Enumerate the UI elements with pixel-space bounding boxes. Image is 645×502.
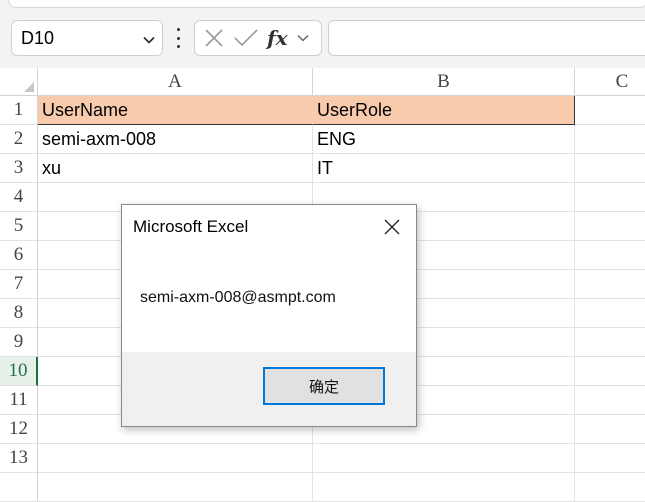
dialog-message: semi-axm-008@asmpt.com xyxy=(140,289,336,306)
cell-a3[interactable]: xu xyxy=(38,154,313,183)
cell-c11[interactable] xyxy=(575,386,645,415)
row-header-3[interactable]: 3 xyxy=(0,154,38,183)
cell-c3[interactable] xyxy=(575,154,645,183)
chevron-down-icon[interactable] xyxy=(142,31,156,45)
formula-input[interactable] xyxy=(328,20,645,56)
ok-button[interactable]: 确定 xyxy=(263,367,385,405)
formula-buttons: fx xyxy=(194,20,322,56)
close-icon[interactable] xyxy=(382,217,402,237)
row-header-7[interactable]: 7 xyxy=(0,270,38,299)
row-header-4[interactable]: 4 xyxy=(0,183,38,212)
cell-c1[interactable] xyxy=(575,96,645,125)
cell-c6[interactable] xyxy=(575,241,645,270)
row-header-5[interactable]: 5 xyxy=(0,212,38,241)
row-header-10[interactable]: 10 xyxy=(0,357,38,386)
close-icon[interactable] xyxy=(203,27,225,49)
row-header-8[interactable]: 8 xyxy=(0,299,38,328)
cell-c4[interactable] xyxy=(575,183,645,212)
name-box-value[interactable]: D10 xyxy=(21,28,54,49)
cell-b14[interactable] xyxy=(313,473,575,502)
dialog-title: Microsoft Excel xyxy=(133,217,249,236)
cell-c12[interactable] xyxy=(575,415,645,444)
cell-a2[interactable]: semi-axm-008 xyxy=(38,125,313,154)
cell-a1[interactable]: UserName xyxy=(38,96,313,125)
cell-b13[interactable] xyxy=(313,444,575,473)
check-icon[interactable] xyxy=(233,27,259,49)
message-box-dialog: Microsoft Excel semi-axm-008@asmpt.com 确… xyxy=(121,204,417,427)
cell-c2[interactable] xyxy=(575,125,645,154)
cell-b3[interactable]: IT xyxy=(313,154,575,183)
column-header-b[interactable]: B xyxy=(313,68,575,96)
cell-b2[interactable]: ENG xyxy=(313,125,575,154)
cell-c5[interactable] xyxy=(575,212,645,241)
row-header-12[interactable]: 12 xyxy=(0,415,38,444)
row-header-2[interactable]: 2 xyxy=(0,125,38,154)
formula-bar: D10 fx xyxy=(0,10,645,68)
select-all-corner[interactable] xyxy=(0,68,38,96)
cell-b1[interactable]: UserRole xyxy=(313,96,575,125)
dialog-titlebar[interactable]: Microsoft Excel xyxy=(122,205,416,249)
name-box[interactable]: D10 xyxy=(11,20,163,56)
cell-a13[interactable] xyxy=(38,444,313,473)
cell-c9[interactable] xyxy=(575,328,645,357)
cell-c13[interactable] xyxy=(575,444,645,473)
row-header-6[interactable]: 6 xyxy=(0,241,38,270)
chevron-down-icon[interactable] xyxy=(296,31,310,45)
row-header-13[interactable]: 13 xyxy=(0,444,38,473)
row-header-11[interactable]: 11 xyxy=(0,386,38,415)
cell-a14[interactable] xyxy=(38,473,313,502)
insert-function-button[interactable]: fx xyxy=(267,26,288,50)
dialog-body: semi-axm-008@asmpt.com xyxy=(122,249,416,352)
row-header-9[interactable]: 9 xyxy=(0,328,38,357)
ribbon-bottom-edge xyxy=(0,0,645,10)
ribbon-panel xyxy=(8,0,645,8)
column-header-c[interactable]: C xyxy=(575,68,645,96)
cell-c8[interactable] xyxy=(575,299,645,328)
cell-c10[interactable] xyxy=(575,357,645,386)
cell-c7[interactable] xyxy=(575,270,645,299)
more-options-icon[interactable] xyxy=(171,28,185,48)
column-header-a[interactable]: A xyxy=(38,68,313,96)
row-header-1[interactable]: 1 xyxy=(0,96,38,125)
row-header-14[interactable] xyxy=(0,473,38,502)
cell-c14[interactable] xyxy=(575,473,645,502)
